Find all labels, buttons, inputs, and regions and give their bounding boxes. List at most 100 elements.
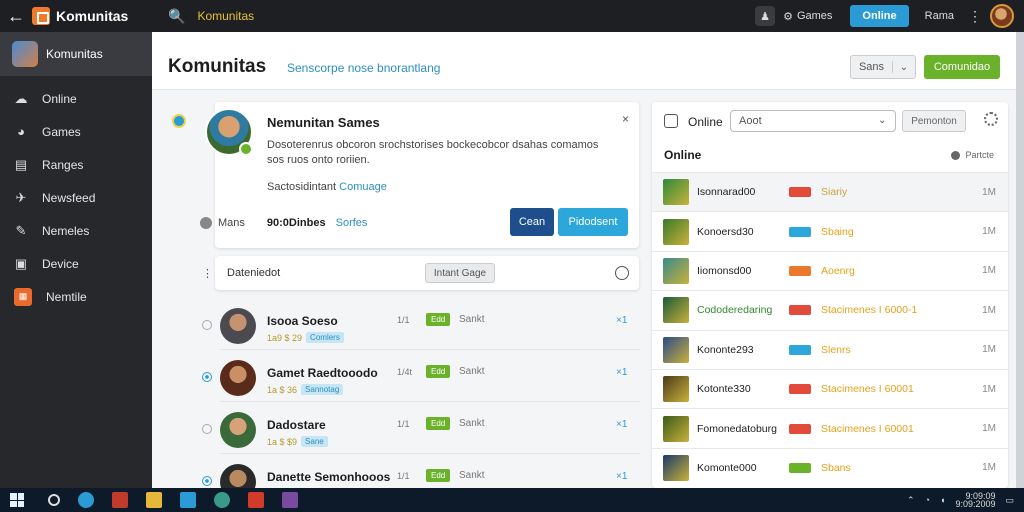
settings-icon[interactable]: [984, 112, 998, 126]
sidebar-item-games[interactable]: ◕ Games: [0, 115, 152, 148]
remove-icon[interactable]: ×1: [616, 419, 627, 430]
online-list-item[interactable]: Kononte293 Slenrs 1M: [652, 329, 1008, 369]
online-list-item[interactable]: Kotonte330 Stacimenes I 60001 1M: [652, 368, 1008, 408]
online-item-count: 1M: [982, 226, 996, 238]
search-icon[interactable]: 🔍: [168, 8, 185, 25]
online-list-item[interactable]: Fomonedatoburg Stacimenes I 60001 1M: [652, 408, 1008, 447]
windows-start-icon[interactable]: [10, 493, 24, 507]
games-status[interactable]: ⚙ Games: [783, 10, 832, 23]
instant-page-button[interactable]: Intant Gage: [425, 263, 495, 283]
scrollbar[interactable]: [1016, 32, 1024, 488]
drag-handle-icon[interactable]: ⋮: [202, 267, 213, 280]
online-filter-input[interactable]: [730, 110, 896, 132]
game-thumbnail: [663, 336, 689, 363]
user-name[interactable]: Rama: [925, 10, 954, 22]
profile-meta-link[interactable]: Comuage: [339, 181, 387, 193]
notification-icon[interactable]: ▭: [1005, 495, 1014, 506]
online-item-status: Stacimenes I 60001: [821, 383, 914, 396]
friend-tag[interactable]: Edd: [426, 417, 451, 430]
select-radio[interactable]: [202, 372, 212, 382]
media-icon[interactable]: [282, 492, 298, 508]
back-icon[interactable]: ←: [0, 0, 32, 32]
online-button[interactable]: Online: [850, 5, 909, 27]
app-icon[interactable]: [112, 492, 128, 508]
remove-icon[interactable]: ×1: [616, 471, 627, 482]
profile-description: Dosoterenrus obcoron srochstorises bocke…: [267, 139, 599, 166]
close-icon[interactable]: ×: [622, 112, 629, 126]
select-radio[interactable]: [202, 476, 212, 486]
community-avatar: [12, 41, 38, 67]
community-button[interactable]: Comunidao: [924, 55, 1000, 79]
sort-select[interactable]: Sans ⌄: [850, 55, 916, 79]
description-card: Dateniedot Intant Gage: [215, 256, 639, 290]
volume-icon[interactable]: ◖: [940, 495, 945, 505]
participants-filter[interactable]: Partcte: [951, 150, 994, 160]
online-list-item[interactable]: Komonte000 Sbans 1M: [652, 447, 1008, 487]
divider: [220, 453, 640, 454]
monitor-icon: [664, 114, 678, 128]
sidebar: Komunitas ☁ Online ◕ Games ▤ Ranges ✈ Ne…: [0, 32, 152, 488]
pidodsent-button[interactable]: Pidodsent: [558, 208, 628, 236]
sidebar-item-online[interactable]: ☁ Online: [0, 82, 152, 115]
friend-time: 1/1: [397, 471, 410, 481]
network-icon[interactable]: ◔: [925, 495, 930, 505]
online-badge-icon: [239, 142, 253, 156]
online-list-item[interactable]: Cododeredaring Stacimenes I 6000-1 1M: [652, 290, 1008, 329]
user-avatar[interactable]: [990, 4, 1014, 28]
chat-icon: ▤: [14, 156, 28, 172]
profile-meta-label: Sactosidintant: [267, 181, 337, 193]
divider: [220, 349, 640, 350]
game-thumbnail: [663, 257, 689, 284]
cube-logo-icon: [32, 7, 50, 25]
emoji-icon[interactable]: [615, 266, 629, 280]
select-radio[interactable]: [202, 320, 212, 330]
friend-time: 1/4t: [397, 367, 413, 377]
pemonton-button[interactable]: Pemonton: [902, 110, 966, 132]
sidebar-item-ranges[interactable]: ▤ Ranges: [0, 148, 152, 181]
online-list-item[interactable]: Isonnarad00 Siariy 1M: [652, 172, 1008, 212]
chevron-up-icon[interactable]: ⌃: [907, 495, 915, 506]
shield-icon[interactable]: [214, 492, 230, 508]
app-logo[interactable]: Komunitas: [32, 7, 160, 25]
person-icon[interactable]: ♟: [755, 6, 776, 26]
cean-button[interactable]: Cean: [510, 208, 554, 236]
search-icon[interactable]: [48, 494, 60, 506]
friend-tag[interactable]: Edd: [426, 365, 451, 378]
list-item[interactable]: Isooa Soeso 1a9 $ 29 Comlers 1/1 Edd San…: [196, 300, 640, 350]
online-item-count: 1M: [982, 423, 996, 435]
photos-icon[interactable]: [248, 492, 264, 508]
remove-icon[interactable]: ×1: [616, 315, 627, 326]
edge-browser-icon[interactable]: [78, 492, 94, 508]
sidebar-item-label: Games: [42, 124, 81, 139]
more-menu-icon[interactable]: ⋮: [968, 8, 982, 25]
online-list-item[interactable]: Iiomonsd00 Aoenrg 1M: [652, 250, 1008, 290]
list-item[interactable]: Dadostare 1a $ $9 Sane 1/1 Edd Sankt ×1: [196, 404, 640, 454]
sidebar-item-device[interactable]: ▣ Device: [0, 247, 152, 280]
clock[interactable]: 9:09:09 9:09:2009: [955, 492, 996, 509]
clock-date: 9:09:2009: [955, 499, 996, 509]
sidebar-header[interactable]: Komunitas: [0, 32, 152, 76]
members-link[interactable]: Sorfes: [336, 217, 368, 229]
sidebar-item-nemtile[interactable]: ▦ Nemtile: [0, 280, 152, 313]
online-item-status: Siariy: [821, 186, 848, 199]
friend-tag[interactable]: Edd: [426, 313, 451, 326]
status-badge: [789, 265, 811, 276]
store-icon[interactable]: [180, 492, 196, 508]
friend-tag[interactable]: Edd: [426, 469, 451, 482]
friend-sub: 1a $ $9 Sane: [267, 436, 328, 447]
sidebar-item-nemeles[interactable]: ✎ Nemeles: [0, 214, 152, 247]
online-item-name: Kononte293: [697, 343, 754, 356]
page-subtitle: Senscorpe nose bnorantlang: [287, 61, 441, 75]
list-item[interactable]: Gamet Raedtooodo 1a $ 36 Sannotag 1/4t E…: [196, 352, 640, 402]
friend-sub-text: 1a $ $9: [267, 436, 298, 447]
select-radio[interactable]: [202, 424, 212, 434]
remove-icon[interactable]: ×1: [616, 367, 627, 378]
folder-icon[interactable]: [146, 492, 162, 508]
online-list-item[interactable]: Konoersd30 Sbaing 1M: [652, 211, 1008, 250]
chevron-down-icon[interactable]: ⌄: [878, 115, 886, 126]
friend-avatar: [220, 360, 256, 396]
search-box[interactable]: 🔍 Komunitas: [168, 8, 254, 25]
sidebar-item-label: Newsfeed: [42, 190, 96, 205]
search-text[interactable]: Komunitas: [197, 9, 254, 23]
sidebar-item-newsfeed[interactable]: ✈ Newsfeed: [0, 181, 152, 214]
